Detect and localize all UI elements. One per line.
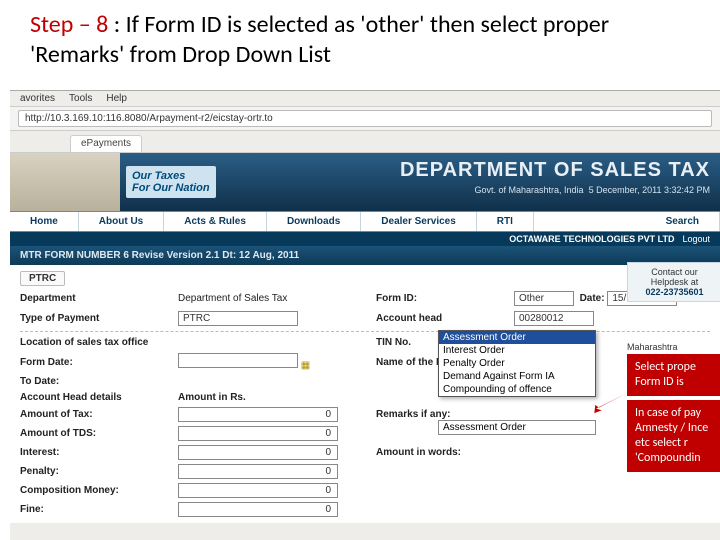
tax-label: Amount of Tax: [20, 409, 170, 420]
browser-window: avorites Tools Help http://10.3.169.10:1… [10, 90, 720, 540]
interest-field[interactable]: 0 [178, 445, 338, 460]
user-name: OCTAWARE TECHNOLOGIES PVT LTD [509, 234, 674, 244]
amthead-rs: Amount in Rs. [178, 392, 368, 403]
formdate-field[interactable] [178, 353, 298, 368]
fine-label: Fine: [20, 504, 170, 515]
help-l1: Contact our [651, 267, 698, 277]
remarks-dropdown[interactable]: Assessment Order Interest Order Penalty … [438, 330, 596, 397]
menu-help[interactable]: Help [106, 93, 127, 104]
date-label: Date: [580, 293, 605, 304]
title-rest: : If Form ID is selected as 'other' then… [30, 10, 609, 69]
nav-about[interactable]: About Us [79, 212, 164, 231]
c2l2: Amnesty / Ince [635, 421, 718, 436]
formid-label: Form ID: [376, 293, 506, 304]
type-label: Type of Payment [20, 313, 170, 324]
banner-slogan: Our Taxes For Our Nation [126, 166, 216, 198]
dropdown-option-interest[interactable]: Interest Order [439, 344, 595, 357]
nav-rti[interactable]: RTI [477, 212, 534, 231]
tab-bar: ePayments [10, 131, 720, 153]
browser-menubar: avorites Tools Help [10, 91, 720, 107]
c1l2: Form ID is [635, 375, 718, 390]
nav-spacer [534, 212, 646, 231]
menu-tools[interactable]: Tools [69, 93, 92, 104]
loc-label: Location of sales tax office [20, 337, 170, 348]
divider [20, 331, 710, 332]
sub-left: Govt. of Maharashtra, India [475, 185, 584, 195]
right-column: Contact our Helpdesk at 022-23735601 Mah… [627, 262, 720, 472]
site-subtitle: Govt. of Maharashtra, India 5 December, … [475, 185, 711, 195]
type-field[interactable]: PTRC [178, 311, 298, 326]
todate-label: To Date: [20, 376, 170, 387]
tax-field[interactable]: 0 [178, 407, 338, 422]
logout-link[interactable]: Logout [682, 234, 710, 244]
penalty-label: Penalty: [20, 466, 170, 477]
banner-portrait [10, 153, 120, 211]
slogan-line2: For Our Nation [132, 182, 210, 194]
callout-compounding: In case of pay Amnesty / Ince etc select… [627, 400, 720, 472]
menu-favorites[interactable]: avorites [20, 93, 55, 104]
nav-dealer[interactable]: Dealer Services [361, 212, 477, 231]
help-phone: 022-23735601 [632, 287, 717, 297]
dropdown-option-assessment[interactable]: Assessment Order [439, 331, 595, 344]
formid-select[interactable]: Other [514, 291, 574, 306]
department-label: Department [20, 293, 170, 304]
sub-right: 5 December, 2011 3:32:42 PM [589, 185, 710, 195]
comp-field[interactable]: 0 [178, 483, 338, 498]
url-field[interactable]: http://10.3.169.10:116.8080/Arpayment-r2… [18, 110, 712, 127]
nav-search[interactable]: Search [646, 212, 720, 231]
step-prefix: Step – 8 [30, 10, 108, 39]
form-title-bar: MTR FORM NUMBER 6 Revise Version 2.1 Dt:… [10, 246, 720, 265]
department-value: Department of Sales Tax [178, 293, 368, 304]
site-banner: Our Taxes For Our Nation DEPARTMENT OF S… [10, 153, 720, 211]
c1l1: Select prope [635, 360, 718, 375]
user-bar: OCTAWARE TECHNOLOGIES PVT LTD Logout [10, 232, 720, 246]
site-title: DEPARTMENT OF SALES TAX [400, 159, 710, 182]
dropdown-option-demand[interactable]: Demand Against Form IA [439, 370, 595, 383]
remarks-select[interactable]: Assessment Order [438, 420, 596, 435]
slogan-line1: Our Taxes [132, 170, 210, 182]
nav-downloads[interactable]: Downloads [267, 212, 361, 231]
main-nav: Home About Us Acts & Rules Downloads Dea… [10, 211, 720, 232]
interest-label: Interest: [20, 447, 170, 458]
accthead-label: Account head [376, 313, 506, 324]
comp-label: Composition Money: [20, 485, 170, 496]
nav-home[interactable]: Home [10, 212, 79, 231]
c2l1: In case of pay [635, 406, 718, 421]
nav-acts[interactable]: Acts & Rules [164, 212, 267, 231]
c2l3: etc select r [635, 436, 718, 451]
tds-field[interactable]: 0 [178, 426, 338, 441]
formdate-label: Form Date: [20, 357, 170, 368]
c2l4: 'Compoundin [635, 451, 718, 466]
tds-label: Amount of TDS: [20, 428, 170, 439]
region-text: Maharashtra [627, 340, 720, 354]
help-l2: Helpdesk at [651, 277, 699, 287]
remarks-label: Remarks if any: [376, 409, 486, 420]
slide-title: Step – 8 : If Form ID is selected as 'ot… [0, 0, 720, 78]
dropdown-option-compounding[interactable]: Compounding of offence [439, 383, 595, 396]
ptrc-chip: PTRC [20, 271, 65, 286]
address-bar: http://10.3.169.10:116.8080/Arpayment-r2… [10, 107, 720, 131]
accthead-field: 00280012 [514, 311, 594, 326]
helpdesk-box: Contact our Helpdesk at 022-23735601 [627, 262, 720, 302]
arrow-annotation [590, 392, 628, 414]
amthead-details: Account Head details [20, 392, 170, 403]
penalty-field[interactable]: 0 [178, 464, 338, 479]
dropdown-option-penalty[interactable]: Penalty Order [439, 357, 595, 370]
amtwords-label: Amount in words: [376, 447, 486, 458]
callout-select-proper: Select prope Form ID is [627, 354, 720, 396]
calendar-icon[interactable]: ▦ [301, 360, 310, 371]
fine-field[interactable]: 0 [178, 502, 338, 517]
tab-epayments[interactable]: ePayments [70, 135, 142, 152]
